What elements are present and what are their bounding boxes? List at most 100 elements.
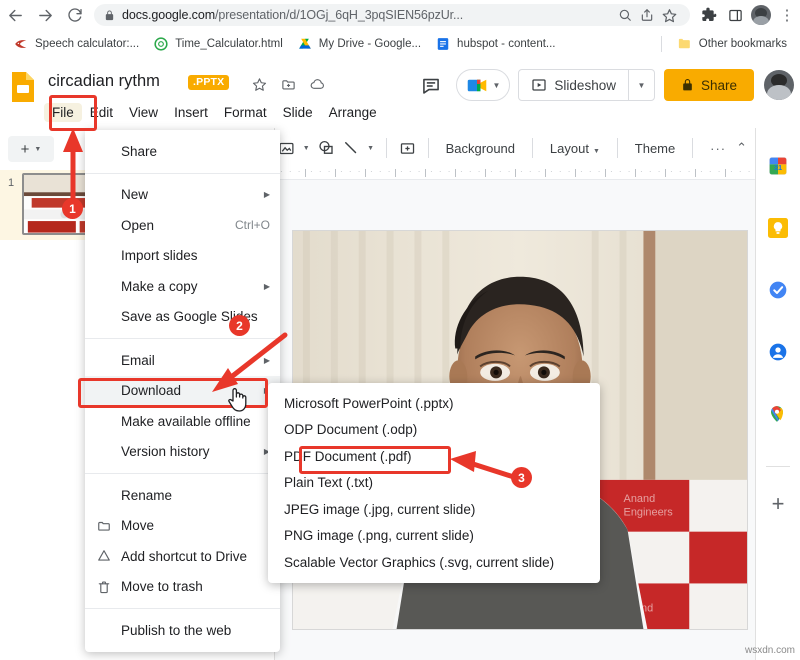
google-tasks-icon[interactable]	[768, 280, 788, 300]
download-option-png[interactable]: PNG image (.png, current slide)	[268, 523, 600, 550]
menu-item-new[interactable]: New ▶	[85, 180, 280, 211]
toolbar-divider	[617, 138, 618, 158]
address-bar-text: docs.google.com/presentation/d/1OGj_6qH_…	[122, 8, 463, 22]
menu-arrange[interactable]: Arrange	[321, 103, 385, 122]
screenshot-root: docs.google.com/presentation/d/1OGj_6qH_…	[0, 0, 800, 660]
menu-item-move-to-trash[interactable]: Move to trash	[85, 572, 280, 603]
comment-history-icon[interactable]	[414, 68, 448, 102]
download-option-jpeg[interactable]: JPEG image (.jpg, current slide)	[268, 496, 600, 523]
menu-item-label: Publish to the web	[121, 623, 231, 638]
open-icon	[96, 217, 112, 233]
url-host: docs.google.com	[122, 8, 215, 22]
menu-item-email[interactable]: Email ▶	[85, 345, 280, 376]
chevron-down-icon[interactable]: ▼	[364, 135, 376, 161]
menu-divider	[85, 608, 280, 609]
menu-view[interactable]: View	[121, 103, 166, 122]
plus-icon: +	[21, 141, 30, 158]
offline-icon	[96, 413, 112, 429]
bookmark-speech-calculator[interactable]: Speech calculator:...	[6, 33, 146, 55]
menu-item-publish-to-the-web[interactable]: Publish to the web	[85, 615, 280, 646]
bookmark-label: hubspot - content...	[457, 38, 555, 50]
text-box-icon[interactable]	[396, 135, 419, 161]
more-options-icon[interactable]: ···	[702, 137, 734, 160]
back-arrow-icon[interactable]	[0, 0, 30, 30]
menu-item-rename[interactable]: Rename	[85, 480, 280, 511]
toolbar-divider	[428, 138, 429, 158]
bookmark-label: Other bookmarks	[699, 38, 787, 50]
address-bar[interactable]: docs.google.com/presentation/d/1OGj_6qH_…	[94, 4, 690, 26]
profile-avatar[interactable]	[748, 0, 774, 30]
mouse-cursor-hand-icon	[226, 385, 248, 413]
document-title[interactable]: circadian rythm	[48, 72, 160, 91]
step-badge-1: 1	[62, 198, 83, 219]
cloud-saved-icon[interactable]	[308, 75, 326, 93]
menu-item-version-history[interactable]: Version history ▶	[85, 437, 280, 468]
play-icon	[531, 77, 547, 93]
star-icon[interactable]	[250, 75, 268, 93]
download-option-pptx[interactable]: Microsoft PowerPoint (.pptx)	[268, 390, 600, 417]
slideshow-button[interactable]: Slideshow ▼	[518, 69, 655, 101]
extensions-puzzle-icon[interactable]	[696, 0, 722, 30]
menu-item-make-available-offline[interactable]: Make available offline	[85, 406, 280, 437]
slides-app-header: circadian rythm .PPTX File Edit View Ins…	[0, 58, 800, 128]
menu-item-open[interactable]: Open Ctrl+O	[85, 210, 280, 241]
import-icon	[96, 248, 112, 264]
move-to-folder-icon[interactable]	[279, 75, 297, 93]
menu-item-make-a-copy[interactable]: Make a copy ▶	[85, 271, 280, 302]
slides-icon	[96, 309, 112, 325]
theme-button[interactable]: Theme	[627, 137, 683, 160]
insert-line-icon[interactable]	[339, 135, 362, 161]
chevron-down-icon[interactable]: ▼	[628, 70, 654, 100]
bookmark-other-bookmarks[interactable]: Other bookmarks	[670, 33, 794, 55]
collapse-toolbar-icon[interactable]: ⌃	[736, 140, 755, 156]
menu-item-share[interactable]: Share	[85, 136, 280, 167]
chevron-down-icon: ▼	[593, 148, 600, 155]
slideshow-main[interactable]: Slideshow	[519, 70, 628, 100]
menu-item-label: Open	[121, 218, 154, 233]
menu-insert[interactable]: Insert	[166, 103, 216, 122]
bookmark-my-drive[interactable]: My Drive - Google...	[290, 33, 428, 55]
menu-item-label: Email	[121, 353, 155, 368]
bookmark-label: My Drive - Google...	[319, 38, 421, 50]
bookmark-label: Time_Calculator.html	[175, 38, 283, 50]
insert-shape-icon[interactable]	[314, 135, 337, 161]
kebab-menu-icon[interactable]: ⋮	[774, 0, 800, 30]
google-meet-button[interactable]: ▼	[456, 69, 511, 101]
menu-item-import-slides[interactable]: Import slides	[85, 241, 280, 272]
user-avatar[interactable]	[764, 70, 794, 100]
menu-item-label: Make a copy	[121, 279, 198, 294]
sidepanel-icon[interactable]	[722, 0, 748, 30]
google-maps-icon[interactable]	[768, 404, 788, 424]
layout-button[interactable]: Layout▼	[542, 137, 608, 160]
download-option-svg[interactable]: Scalable Vector Graphics (.svg, current …	[268, 549, 600, 576]
svg-text:Engineers: Engineers	[624, 507, 674, 519]
add-apps-plus-icon[interactable]: +	[772, 493, 785, 515]
menu-divider	[85, 173, 280, 174]
zoom-icon[interactable]	[614, 8, 636, 22]
menu-item-save-as-google-slides[interactable]: Save as Google Slides	[85, 302, 280, 333]
reload-icon[interactable]	[60, 0, 90, 30]
submenu-arrow-icon: ▶	[250, 447, 270, 456]
share-icon[interactable]	[636, 8, 658, 22]
menu-format[interactable]: Format	[216, 103, 275, 122]
history-icon	[96, 444, 112, 460]
menu-item-move[interactable]: Move	[85, 511, 280, 542]
forward-arrow-icon[interactable]	[30, 0, 60, 30]
share-button[interactable]: Share	[664, 69, 754, 101]
bookmark-star-icon[interactable]	[658, 8, 680, 23]
google-keep-icon[interactable]	[768, 218, 788, 238]
google-docs-icon	[435, 36, 451, 52]
add-slide-button[interactable]: + ▼	[8, 136, 54, 162]
bookmark-label: Speech calculator:...	[35, 38, 139, 50]
chevron-down-icon[interactable]: ▼	[300, 135, 312, 161]
folder-icon	[677, 36, 693, 52]
menu-item-add-shortcut-to-drive[interactable]: Add shortcut to Drive	[85, 541, 280, 572]
google-contacts-icon[interactable]	[768, 342, 788, 362]
bookmark-hubspot[interactable]: hubspot - content...	[428, 33, 562, 55]
bookmark-time-calculator[interactable]: Time_Calculator.html	[146, 33, 290, 55]
svg-text:Anand: Anand	[624, 493, 656, 505]
download-option-odp[interactable]: ODP Document (.odp)	[268, 417, 600, 444]
menu-slide[interactable]: Slide	[275, 103, 321, 122]
google-calendar-icon[interactable]: 31	[768, 156, 788, 176]
background-button[interactable]: Background	[438, 137, 523, 160]
